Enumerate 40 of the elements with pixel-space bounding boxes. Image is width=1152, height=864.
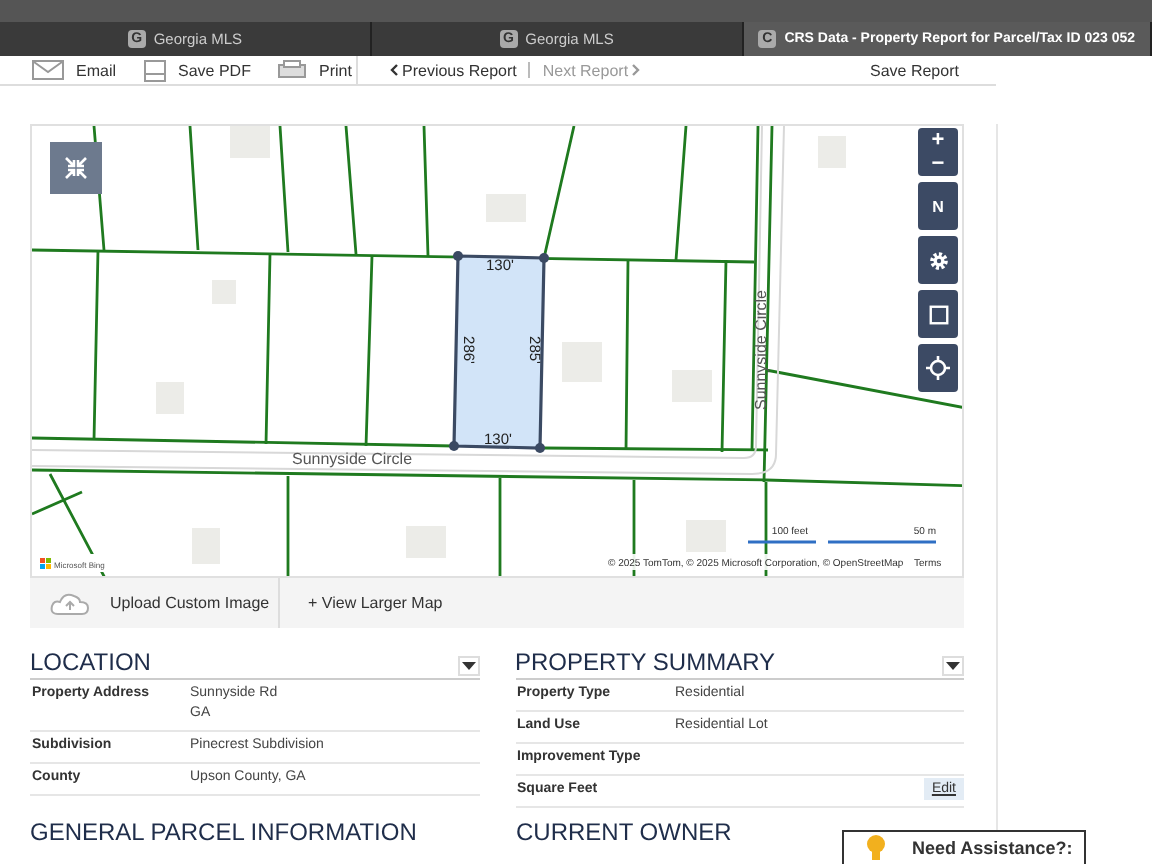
previous-report-link[interactable]: Previous Report bbox=[390, 61, 517, 79]
zoom-out-button[interactable]: − bbox=[931, 152, 945, 176]
zoom-in-button[interactable]: + bbox=[931, 128, 945, 152]
envelope-icon bbox=[32, 60, 64, 80]
toolbar-button[interactable]: Email bbox=[32, 59, 117, 81]
scale-bar bbox=[828, 540, 936, 544]
compass-button[interactable]: N bbox=[918, 182, 958, 230]
locate-button[interactable] bbox=[918, 344, 958, 392]
microsoft-logo-icon bbox=[40, 558, 51, 569]
square-icon bbox=[927, 303, 949, 325]
crosshair-icon bbox=[926, 356, 950, 380]
lightbulb-icon bbox=[864, 834, 888, 862]
chevron-right-icon bbox=[632, 64, 641, 76]
section-title: GENERAL PARCEL INFORMATION bbox=[30, 820, 419, 846]
view-larger-map-link[interactable]: + View Larger Map bbox=[280, 594, 443, 612]
printer-icon bbox=[278, 60, 307, 80]
help-text: Need Assistance?: bbox=[912, 838, 1073, 858]
chevron-left-icon bbox=[390, 64, 398, 76]
collapse-button[interactable] bbox=[50, 142, 102, 194]
scale-bar bbox=[748, 540, 816, 544]
help-popup[interactable]: Need Assistance?: bbox=[842, 830, 1087, 864]
street-label: Sunnyside Circle bbox=[752, 289, 770, 411]
save-report-button[interactable]: Save Report bbox=[730, 61, 959, 79]
street-label: Sunnyside Circle bbox=[291, 450, 413, 468]
settings-button[interactable] bbox=[918, 236, 958, 284]
toolbar-button[interactable]: Save PDF bbox=[144, 59, 251, 81]
caret-icon bbox=[946, 662, 960, 670]
section-title: PROPERTY SUMMARY bbox=[515, 648, 776, 676]
settings-icon bbox=[927, 249, 949, 271]
toolbar-button[interactable]: Print bbox=[278, 59, 352, 81]
dropdown-button[interactable] bbox=[942, 656, 964, 676]
document-icon bbox=[144, 59, 167, 81]
collapse-icon bbox=[64, 156, 88, 180]
cloud-upload-icon bbox=[50, 591, 90, 615]
section-title: LOCATION bbox=[30, 648, 151, 676]
caret-icon bbox=[461, 662, 475, 670]
dropdown-button[interactable] bbox=[457, 656, 479, 676]
select-area-button[interactable] bbox=[918, 290, 958, 338]
upload-image-button[interactable]: Upload Custom Image bbox=[30, 578, 280, 628]
section-title: CURRENT OWNER bbox=[516, 820, 732, 846]
